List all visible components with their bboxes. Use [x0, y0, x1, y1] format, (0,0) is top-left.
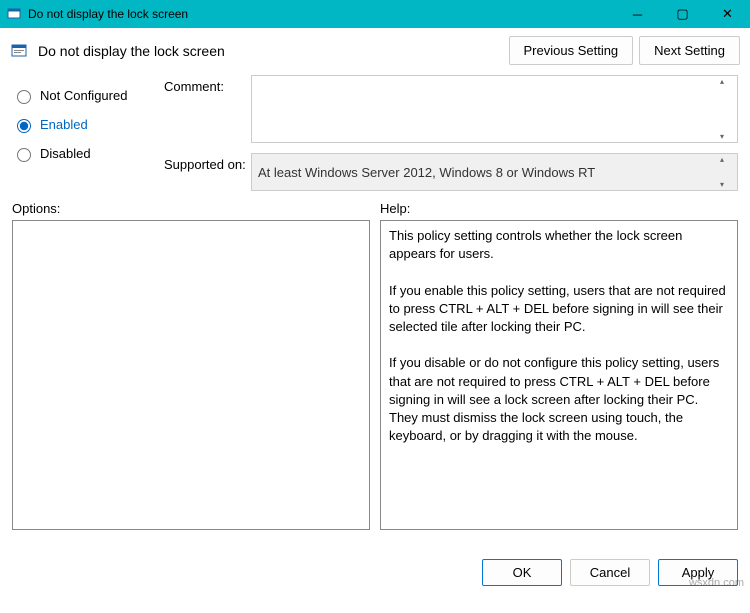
window-title: Do not display the lock screen	[28, 7, 615, 21]
supported-on-label: Supported on:	[164, 153, 249, 191]
radio-enabled-input[interactable]	[17, 119, 31, 133]
radio-disabled-label: Disabled	[40, 146, 91, 161]
scroll-up-icon[interactable]: ▴	[720, 155, 736, 164]
close-button[interactable]: ✕	[705, 0, 750, 28]
radio-not-configured-label: Not Configured	[40, 88, 127, 103]
minimize-button[interactable]: ─	[615, 0, 660, 28]
radio-enabled-label: Enabled	[40, 117, 88, 132]
scroll-up-icon[interactable]: ▴	[720, 77, 736, 86]
previous-setting-button[interactable]: Previous Setting	[509, 36, 634, 65]
options-pane	[12, 220, 370, 530]
footer: OK Cancel Apply	[0, 551, 750, 596]
title-bar: Do not display the lock screen ─ ▢ ✕	[0, 0, 750, 28]
maximize-button[interactable]: ▢	[660, 0, 705, 28]
app-icon	[6, 6, 22, 22]
help-label: Help:	[380, 201, 738, 216]
header: Do not display the lock screen Previous …	[0, 28, 750, 69]
policy-title: Do not display the lock screen	[38, 43, 503, 59]
radio-not-configured-input[interactable]	[17, 90, 31, 104]
radio-not-configured[interactable]: Not Configured	[12, 87, 162, 104]
comment-label: Comment:	[164, 75, 249, 143]
radio-disabled-input[interactable]	[17, 148, 31, 162]
next-setting-button[interactable]: Next Setting	[639, 36, 740, 65]
cancel-button[interactable]: Cancel	[570, 559, 650, 586]
watermark: wsxdn.com	[689, 577, 744, 589]
policy-icon	[10, 41, 30, 61]
ok-button[interactable]: OK	[482, 559, 562, 586]
supported-on-field: At least Windows Server 2012, Windows 8 …	[251, 153, 738, 191]
radio-enabled[interactable]: Enabled	[12, 116, 162, 133]
comment-field[interactable]: ▴▾	[251, 75, 738, 143]
supported-on-value: At least Windows Server 2012, Windows 8 …	[258, 165, 595, 180]
scroll-down-icon[interactable]: ▾	[720, 132, 736, 141]
scroll-down-icon[interactable]: ▾	[720, 180, 736, 189]
help-pane: This policy setting controls whether the…	[380, 220, 738, 530]
options-label: Options:	[12, 201, 370, 216]
radio-disabled[interactable]: Disabled	[12, 145, 162, 162]
